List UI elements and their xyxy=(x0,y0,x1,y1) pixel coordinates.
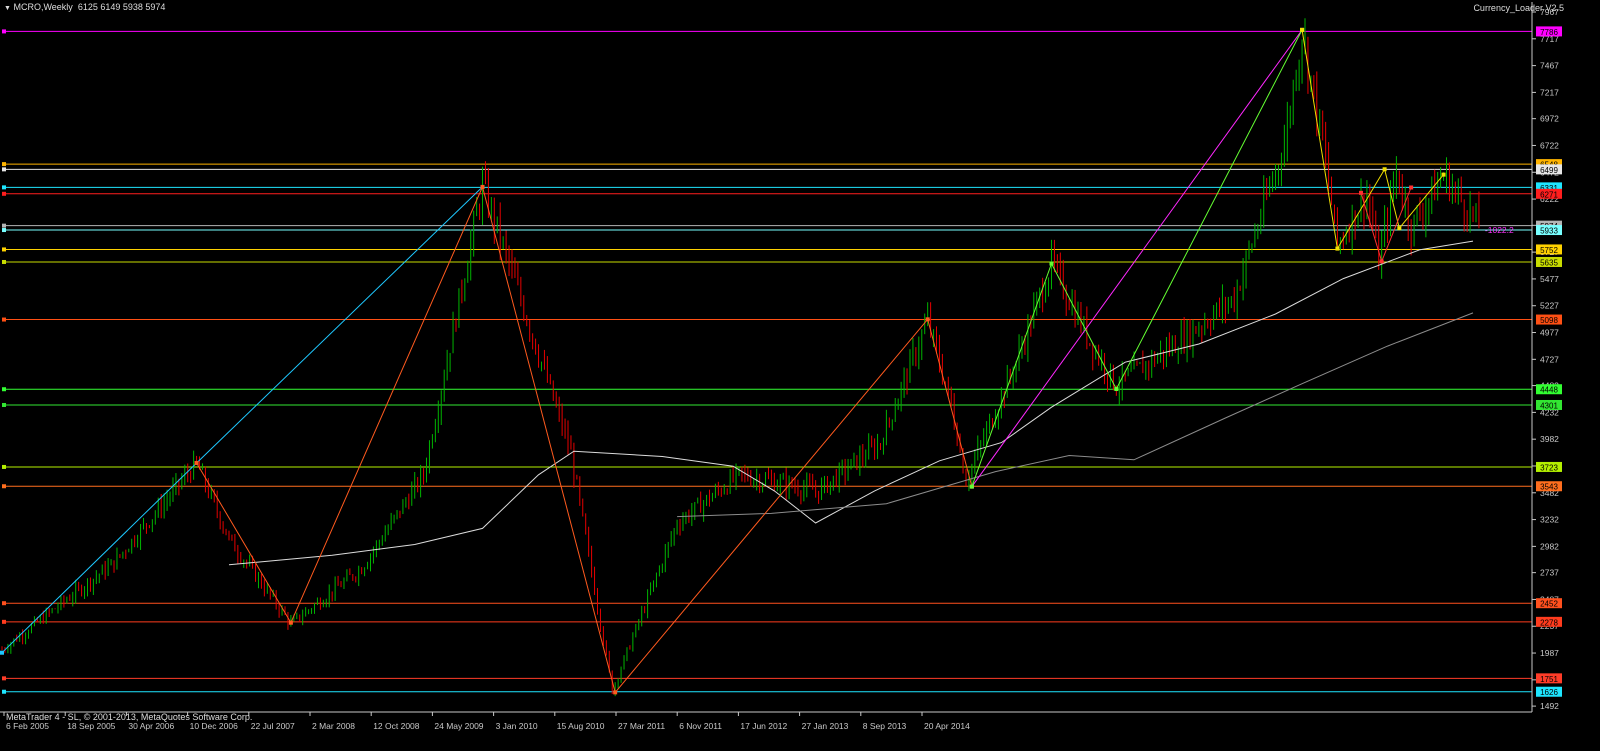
price-tick-label: 4727 xyxy=(1540,354,1559,364)
level-label: 7786 xyxy=(1540,28,1558,37)
level-anchor-marker xyxy=(2,29,6,34)
price-tick-label: 3232 xyxy=(1540,515,1559,525)
zigzag-vertex xyxy=(480,184,485,189)
level-anchor-marker xyxy=(2,689,6,694)
level-anchor-marker xyxy=(2,601,6,606)
zigzag-vertex xyxy=(1409,185,1414,190)
time-tick-label: 6 Nov 2011 xyxy=(679,721,722,731)
symbol-header: ▼ MCRO,Weekly 6125 6149 5938 5974 xyxy=(4,2,165,12)
level-anchor-marker xyxy=(2,167,6,172)
level-anchor-marker xyxy=(2,162,6,167)
time-tick-label: 30 Apr 2006 xyxy=(128,721,174,731)
level-anchor-marker xyxy=(2,247,6,252)
price-tick-label: 2982 xyxy=(1540,541,1559,551)
zigzag-vertex xyxy=(1335,246,1340,251)
level-label: 5635 xyxy=(1540,258,1558,267)
zigzag-vertex xyxy=(194,460,199,465)
level-anchor-marker xyxy=(2,185,6,190)
level-label: 2452 xyxy=(1540,600,1558,609)
price-tick-label: 7217 xyxy=(1540,87,1559,97)
zigzag-vertex xyxy=(1441,172,1446,177)
zigzag-vertex xyxy=(613,690,618,695)
level-label: 1751 xyxy=(1540,675,1558,684)
price-tick-label: 2737 xyxy=(1540,568,1559,578)
level-label: 5098 xyxy=(1540,316,1558,325)
level-label: 4301 xyxy=(1540,401,1558,410)
level-anchor-marker xyxy=(2,676,6,681)
chart-menu-icon[interactable]: ▼ xyxy=(4,5,11,12)
time-tick-label: 10 Dec 2006 xyxy=(190,721,238,731)
zigzag-vertex xyxy=(0,650,4,655)
time-tick-label: 27 Jan 2013 xyxy=(802,721,849,731)
time-tick-label: 6 Feb 2005 xyxy=(6,721,49,731)
symbol-name: MCRO,Weekly xyxy=(13,2,73,12)
level-anchor-marker xyxy=(2,228,6,233)
price-tick-label: 4977 xyxy=(1540,328,1559,338)
price-tick-label: 6972 xyxy=(1540,114,1559,124)
time-tick-label: 24 May 2009 xyxy=(434,721,483,731)
level-anchor-marker xyxy=(2,223,6,228)
level-anchor-marker xyxy=(2,317,6,322)
zigzag-vertex xyxy=(1379,259,1384,264)
level-label: 3543 xyxy=(1540,483,1558,492)
level-anchor-marker xyxy=(2,191,6,196)
level-label: 2278 xyxy=(1540,618,1558,627)
level-anchor-marker xyxy=(2,259,6,264)
time-tick-label: 8 Sep 2013 xyxy=(863,721,907,731)
zigzag-vertex xyxy=(1359,190,1364,195)
level-anchor-marker xyxy=(2,387,6,392)
time-tick-label: 18 Sep 2005 xyxy=(67,721,115,731)
price-tick-label: 5477 xyxy=(1540,274,1559,284)
annotations: -1022.2 xyxy=(1485,225,1514,235)
price-tick-label: 6722 xyxy=(1540,140,1559,150)
level-label: 3723 xyxy=(1540,463,1558,472)
price-tick-label: 1492 xyxy=(1540,701,1559,711)
level-label: 5933 xyxy=(1540,227,1558,236)
level-anchor-marker xyxy=(2,402,6,407)
price-tick-label: 5227 xyxy=(1540,301,1559,311)
time-tick-label: 3 Jan 2010 xyxy=(496,721,538,731)
zigzag-vertex xyxy=(1114,387,1119,392)
zigzag-vertex xyxy=(1049,261,1054,266)
time-tick-label: 22 Jul 2007 xyxy=(251,721,295,731)
zigzag-vertex xyxy=(1397,226,1402,231)
time-tick-label: 12 Oct 2008 xyxy=(373,721,420,731)
annotation-label: -1022.2 xyxy=(1485,225,1514,235)
copyright-text: MetaTrader 4 - SL, © 2001-2013, MetaQuot… xyxy=(6,712,253,722)
ohlc-values: 6125 6149 5938 5974 xyxy=(77,2,166,12)
level-label: 6499 xyxy=(1540,166,1558,175)
level-label: 1626 xyxy=(1540,688,1558,697)
price-chart[interactable]: 7967771774677217697267226472622259775727… xyxy=(0,0,1600,751)
zigzag-vertex xyxy=(288,620,293,625)
time-tick-label: 17 Jun 2012 xyxy=(740,721,787,731)
level-anchor-marker xyxy=(2,464,6,469)
chart-background xyxy=(0,0,1600,751)
price-tick-label: 1987 xyxy=(1540,648,1559,658)
zigzag-vertex xyxy=(1300,27,1305,32)
zigzag-vertex xyxy=(969,484,974,489)
level-anchor-marker xyxy=(2,619,6,624)
zigzag-vertex xyxy=(1382,167,1387,172)
zigzag-vertex xyxy=(925,317,930,322)
time-tick-label: 27 Mar 2011 xyxy=(618,721,665,731)
time-tick-label: 15 Aug 2010 xyxy=(557,721,605,731)
indicator-name: Currency_Loader V2.5 xyxy=(1473,3,1564,13)
level-label: 6271 xyxy=(1540,190,1558,199)
time-tick-label: 20 Apr 2014 xyxy=(924,721,970,731)
price-tick-label: 7467 xyxy=(1540,61,1559,71)
time-tick-label: 2 Mar 2008 xyxy=(312,721,355,731)
level-label: 4448 xyxy=(1540,386,1558,395)
level-anchor-marker xyxy=(2,484,6,489)
chart-window[interactable]: 7967771774677217697267226472622259775727… xyxy=(0,0,1600,751)
price-tick-label: 3982 xyxy=(1540,434,1559,444)
level-label: 5752 xyxy=(1540,246,1558,255)
